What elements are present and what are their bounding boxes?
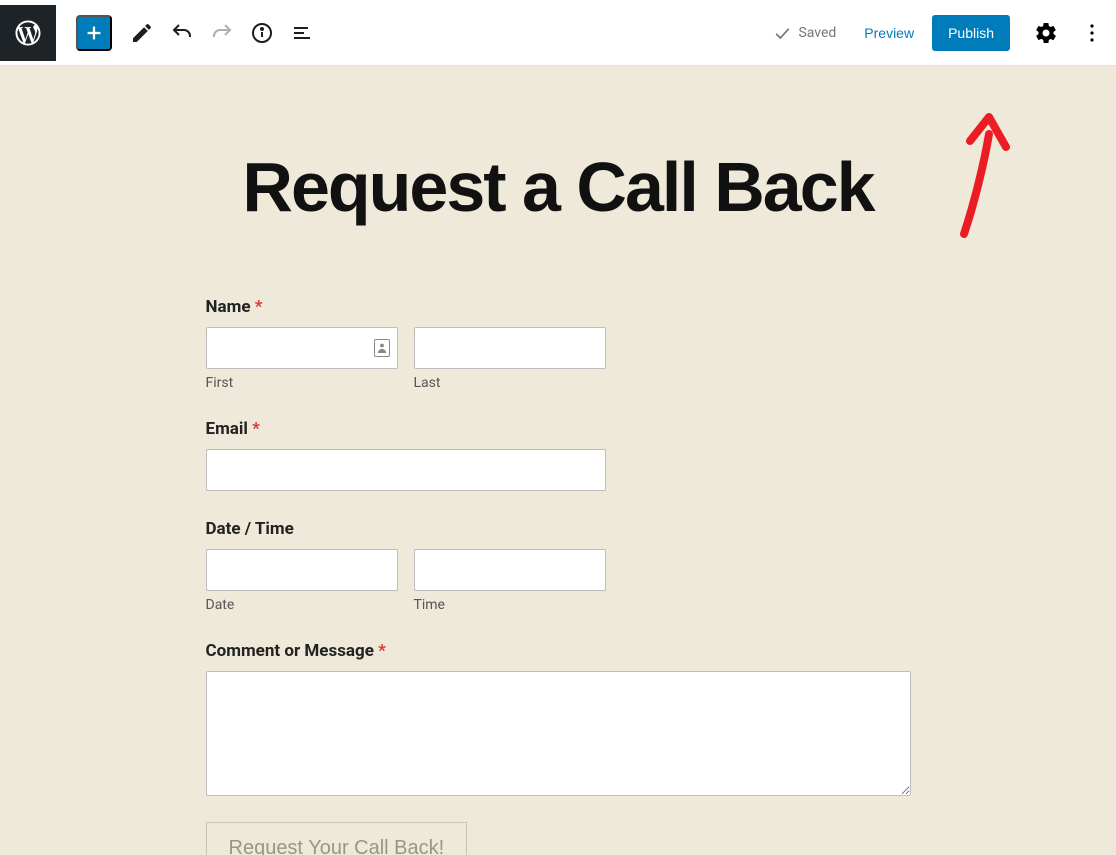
email-label: Email * [206,419,911,439]
editor-canvas: Request a Call Back Name * First [0,67,1116,855]
field-email-group: Email * [206,419,911,491]
check-icon [772,23,792,43]
email-label-text: Email [206,419,248,439]
left-tool-group [76,13,322,53]
right-tool-group: Saved Preview Publish [772,13,1116,53]
page-title[interactable]: Request a Call Back [0,147,1116,227]
date-sublabel: Date [206,597,398,613]
more-options-button[interactable] [1072,13,1112,53]
undo-button[interactable] [162,13,202,53]
edit-mode-button[interactable] [122,13,162,53]
preview-button[interactable]: Preview [852,17,926,49]
comment-textarea[interactable] [206,671,911,796]
comment-label-text: Comment or Message [206,641,374,661]
outline-button[interactable] [282,13,322,53]
name-label-text: Name [206,297,251,317]
required-mark: * [378,641,386,661]
saved-text: Saved [798,25,836,41]
last-name-sublabel: Last [414,375,606,391]
plus-icon [83,22,105,44]
contact-card-icon [374,339,390,357]
wordpress-logo[interactable] [0,5,56,61]
undo-icon [170,21,194,45]
publish-button[interactable]: Publish [932,15,1010,51]
kebab-icon [1080,21,1104,45]
email-input[interactable] [206,449,606,491]
info-icon [250,21,274,45]
name-label: Name * [206,297,911,317]
editor-toolbar: Saved Preview Publish [0,0,1116,66]
last-name-input[interactable] [414,327,606,369]
gear-icon [1034,21,1058,45]
details-button[interactable] [242,13,282,53]
redo-icon [210,21,234,45]
wordpress-icon [13,18,43,48]
time-input[interactable] [414,549,606,591]
redo-button[interactable] [202,13,242,53]
list-icon [290,21,314,45]
submit-button[interactable]: Request Your Call Back! [206,822,468,855]
add-block-button[interactable] [76,15,112,51]
required-mark: * [255,297,263,317]
datetime-label: Date / Time [206,519,911,539]
form-block: Name * First Last [206,297,911,855]
settings-button[interactable] [1026,13,1066,53]
field-datetime-group: Date / Time Date Time [206,519,911,613]
first-name-sublabel: First [206,375,398,391]
first-name-input[interactable] [206,327,398,369]
required-mark: * [252,419,260,439]
saved-indicator: Saved [772,23,836,43]
date-input[interactable] [206,549,398,591]
field-name-group: Name * First Last [206,297,911,391]
field-comment-group: Comment or Message * [206,641,911,800]
comment-label: Comment or Message * [206,641,911,661]
time-sublabel: Time [414,597,606,613]
pencil-icon [130,21,154,45]
